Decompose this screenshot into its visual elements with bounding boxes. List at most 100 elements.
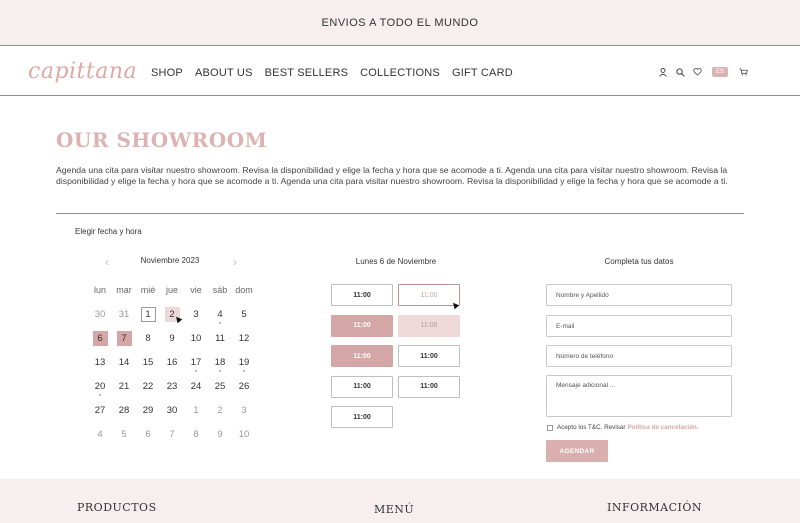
calendar-day-number: 16 [166,356,178,368]
calendar-day[interactable]: 1 [136,302,160,326]
calendar-day[interactable]: 12 [232,326,256,350]
terms-checkbox[interactable] [547,424,553,431]
calendar-day-number: 13 [94,356,106,368]
calendar-day[interactable]: 6 [88,326,112,350]
weekday-label: mar [116,285,132,295]
calendar-day[interactable]: 2 [160,302,184,326]
phone-field[interactable] [546,345,732,367]
calendar-day[interactable]: 20 [88,374,112,398]
calendar-day[interactable]: 22 [136,374,160,398]
calendar-day-number: 29 [142,404,154,416]
time-slot-button[interactable]: 11:00 [398,345,460,367]
calendar-day-number: 2 [217,404,223,416]
chevron-right-icon[interactable]: › [233,255,237,269]
nav-gift-card[interactable]: GIFT CARD [452,67,513,79]
calendar-day[interactable]: 21 [112,374,136,398]
calendar-day-number: 1 [193,404,199,416]
calendar-day[interactable]: 30 [88,302,112,326]
calendar-day[interactable]: 8 [184,422,208,446]
calendar-day[interactable]: 9 [208,422,232,446]
calendar-month: Noviembre 2023 [140,256,200,265]
calendar-day[interactable]: 5 [112,422,136,446]
selected-day-title: Lunes 6 de Noviembre [355,257,437,266]
time-slot-button[interactable]: 11:00 [331,284,393,306]
calendar-day[interactable]: 17 [184,350,208,374]
calendar-day[interactable]: 18 [208,350,232,374]
calendar-day[interactable]: 1 [184,398,208,422]
calendar-weekday-row: lun mar mié jue vie sáb dom [88,278,256,302]
calendar-day[interactable]: 10 [184,326,208,350]
calendar-day[interactable]: 26 [232,374,256,398]
calendar-day-number: 20 [94,380,106,392]
calendar-day[interactable]: 27 [88,398,112,422]
nav-collections[interactable]: COLLECTIONS [360,67,440,79]
weekday-label: jue [165,285,178,295]
footer-menu-heading: MENÚ [374,503,415,516]
announcement-bar: ENVIOS A TODO EL MUNDO [0,0,800,46]
calendar-day[interactable]: 29 [136,398,160,422]
calendar-week: 27 28 29 30 1 2 3 [88,398,256,422]
calendar-day[interactable]: 31 [112,302,136,326]
time-slot-button[interactable]: 11:00 [331,314,393,337]
calendar-day-number: 18 [214,356,226,368]
heart-icon[interactable] [691,66,703,78]
calendar-day-number: 17 [190,356,202,368]
calendar-day[interactable]: 8 [136,326,160,350]
calendar-day[interactable]: 13 [88,350,112,374]
calendar-day-number: 24 [190,380,202,392]
time-slot-button[interactable]: 11:00 [331,406,393,428]
calendar-day[interactable]: 11 [208,326,232,350]
time-slot-button[interactable]: 11:00 [331,345,393,367]
calendar-day[interactable]: 16 [160,350,184,374]
calendar-day[interactable]: 7 [112,326,136,350]
calendar-week: 4 5 6 7 8 9 10 [88,422,256,446]
search-icon[interactable] [674,66,686,78]
calendar-day-number: 28 [118,404,130,416]
calendar-day[interactable]: 14 [112,350,136,374]
calendar-day-number: 26 [238,380,250,392]
time-slot-button[interactable]: 11:00 [398,375,460,398]
calendar-day[interactable]: 7 [160,422,184,446]
calendar-day[interactable]: 10 [232,422,256,446]
calendar-day-number: 19 [238,356,250,368]
time-slot-button[interactable]: 11:00 [331,375,393,398]
calendar-day[interactable]: 3 [184,302,208,326]
footer: PRODUCTOS MENÚ INFORMACIÓN [0,479,800,523]
calendar-day-number: 12 [238,332,250,344]
calendar-day-number: 10 [190,332,202,344]
intro-text: Agenda una cita para visitar nuestro sho… [56,165,728,186]
message-field[interactable] [546,375,732,417]
calendar-day[interactable]: 30 [160,398,184,422]
time-slot-button[interactable]: 11:00 [398,314,460,337]
nav-shop[interactable]: SHOP [151,67,183,79]
cart-icon[interactable] [737,66,749,78]
name-field[interactable] [546,284,732,306]
calendar-day[interactable]: 9 [160,326,184,350]
calendar-day-number: 30 [166,404,178,416]
cancellation-policy-link[interactable]: Política de cancelación. [627,424,698,431]
calendar-day[interactable]: 4 [88,422,112,446]
user-icon[interactable] [657,66,669,78]
calendar-day[interactable]: 25 [208,374,232,398]
calendar-day[interactable]: 2 [208,398,232,422]
email-field[interactable] [546,315,732,337]
calendar-day[interactable]: 28 [112,398,136,422]
nav-about-us[interactable]: ABOUT US [195,67,253,79]
weekday-label: lun [93,285,106,295]
calendar-day[interactable]: 4 [208,302,232,326]
calendar-day[interactable]: 6 [136,422,160,446]
calendar-day[interactable]: 23 [160,374,184,398]
time-slot-button[interactable]: 11:00 [398,284,460,306]
calendar-day[interactable]: 3 [232,398,256,422]
calendar-day[interactable]: 19 [232,350,256,374]
calendar-day-number: 7 [116,330,132,346]
calendar-day[interactable]: 24 [184,374,208,398]
schedule-button[interactable]: AGENDAR [546,440,608,462]
calendar-day[interactable]: 5 [232,302,256,326]
calendar-day[interactable]: 15 [136,350,160,374]
brand-logo[interactable]: capittana [28,59,137,84]
page-title: OUR SHOWROOM [56,128,268,152]
language-selector[interactable]: ES [712,67,729,77]
weekday-label: mié [140,285,156,295]
nav-best-sellers[interactable]: BEST SELLERS [265,67,349,79]
